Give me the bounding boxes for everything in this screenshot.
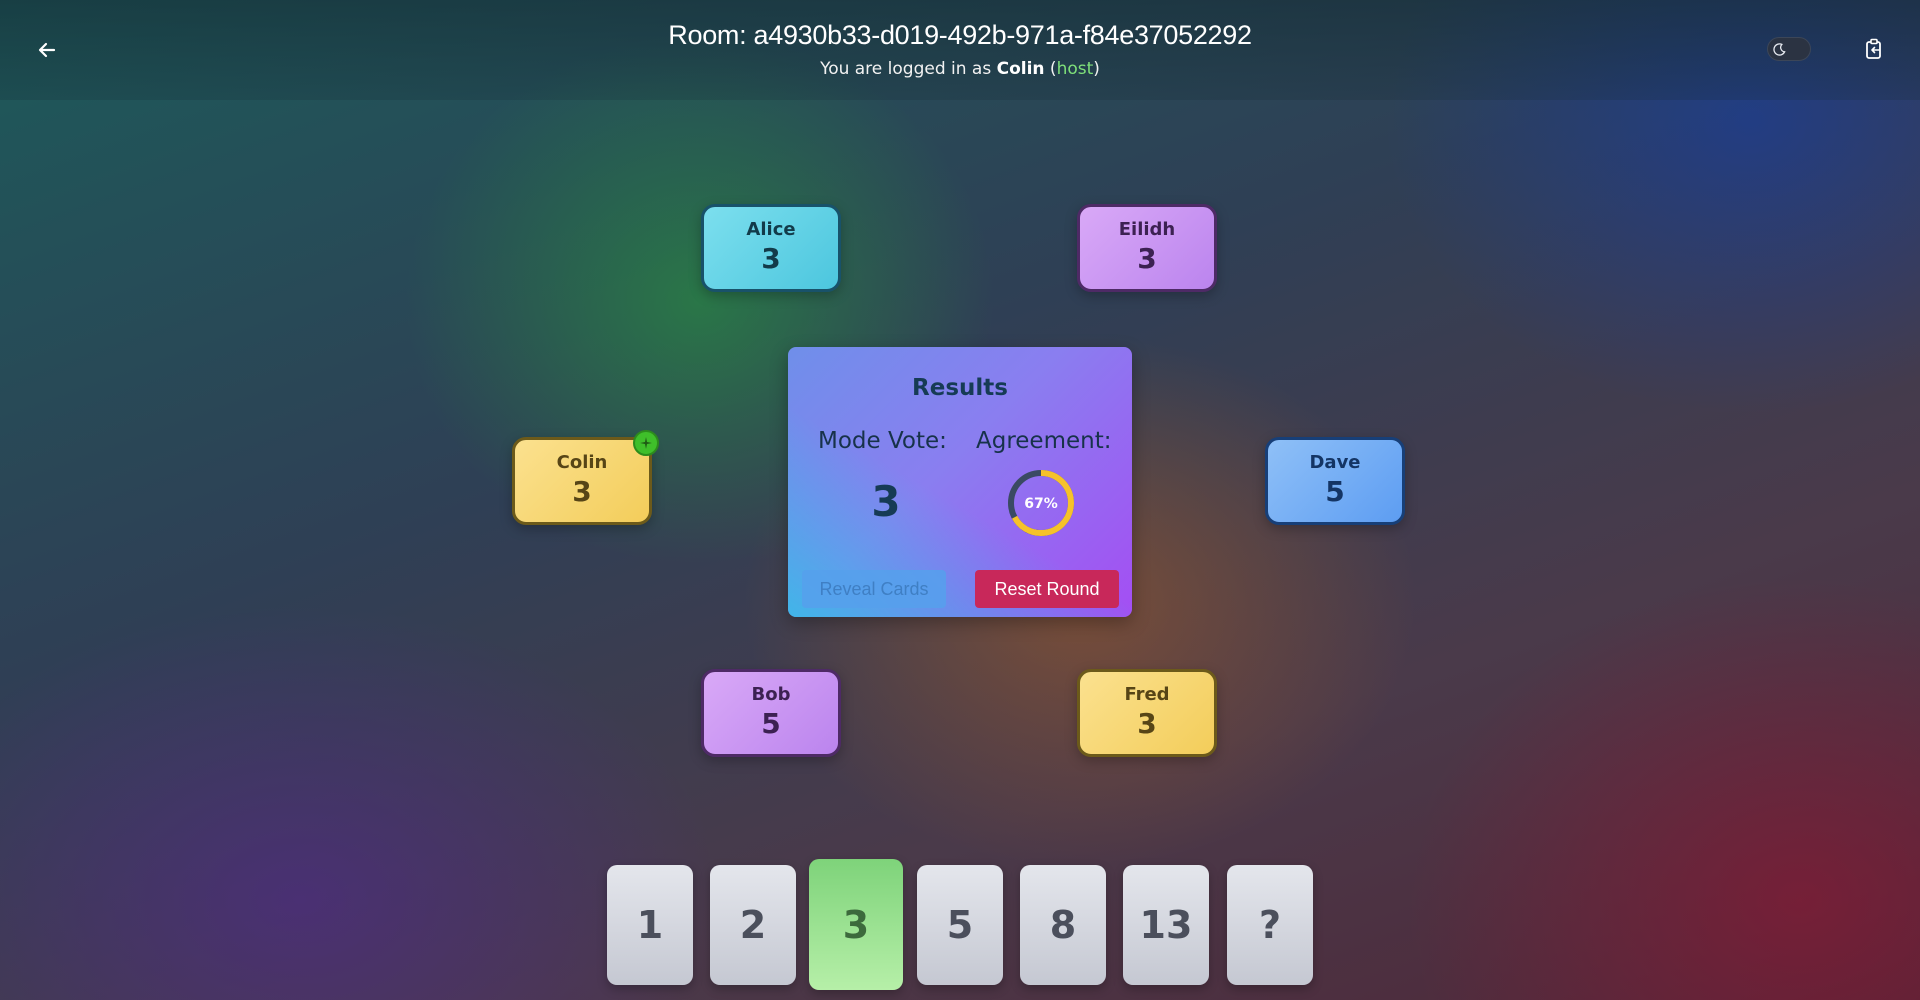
login-prefix: You are logged in as	[820, 59, 997, 79]
vote-card-3[interactable]: 3	[809, 859, 903, 990]
results-title: Results	[912, 375, 1008, 401]
reveal-cards-button[interactable]: Reveal Cards	[802, 570, 946, 608]
results-panel: Results Mode Vote: Agreement: 3 67% Reve…	[788, 347, 1132, 617]
dark-mode-toggle[interactable]	[1767, 37, 1811, 61]
sparkle-icon	[640, 437, 652, 449]
user-role: host	[1056, 59, 1094, 79]
agreement-percent: 67%	[1024, 496, 1058, 512]
player-card-eilidh: Eilidh 3	[1077, 204, 1217, 292]
agreement-label: Agreement:	[976, 428, 1112, 454]
login-status: You are logged in as Colin (host)	[820, 59, 1100, 79]
player-card-fred: Fred 3	[1077, 669, 1217, 757]
username: Colin	[996, 59, 1045, 79]
vote-card-1[interactable]: 1	[607, 865, 693, 985]
player-card-dave: Dave 5	[1265, 437, 1405, 525]
copy-room-link-button[interactable]	[1862, 36, 1886, 62]
mode-vote-value: 3	[871, 477, 901, 526]
player-card-bob: Bob 5	[701, 669, 841, 757]
vote-card-5[interactable]: 5	[917, 865, 1003, 985]
player-name: Bob	[751, 684, 791, 705]
vote-card-2[interactable]: 2	[710, 865, 796, 985]
player-card-colin: Colin 3	[512, 430, 659, 525]
vote-card-13[interactable]: 13	[1123, 865, 1209, 985]
agreement-donut: 67%	[1008, 470, 1074, 536]
mode-vote-label: Mode Vote:	[818, 428, 947, 454]
player-name: Eilidh	[1118, 219, 1176, 240]
player-name: Colin	[556, 452, 608, 473]
room-title: Room: a4930b33-d019-492b-971a-f84e370522…	[668, 20, 1252, 50]
vote-card-unknown[interactable]: ?	[1227, 865, 1313, 985]
player-name: Fred	[1124, 684, 1170, 705]
player-vote: 5	[1325, 475, 1345, 508]
player-vote: 3	[761, 242, 781, 275]
player-vote: 3	[572, 475, 592, 508]
host-badge	[633, 430, 659, 456]
player-vote: 3	[1137, 707, 1157, 740]
player-vote: 3	[1137, 242, 1157, 275]
moon-icon	[1771, 41, 1788, 58]
reset-round-button[interactable]: Reset Round	[975, 570, 1119, 608]
player-name: Dave	[1309, 452, 1361, 473]
player-name: Alice	[746, 219, 796, 240]
vote-card-8[interactable]: 8	[1020, 865, 1106, 985]
top-bar: Room: a4930b33-d019-492b-971a-f84e370522…	[0, 0, 1920, 100]
clipboard-copy-icon	[1866, 38, 1881, 59]
player-vote: 5	[761, 707, 781, 740]
player-card-alice: Alice 3	[701, 204, 841, 292]
